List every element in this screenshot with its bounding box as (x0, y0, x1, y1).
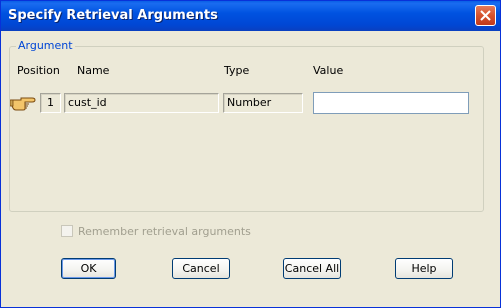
argument-position: 1 (40, 93, 61, 113)
ok-button[interactable]: OK (61, 258, 116, 279)
dialog-title: Specify Retrieval Arguments (8, 8, 218, 23)
close-icon (480, 10, 491, 21)
name-header: Name (77, 64, 110, 77)
position-header: Position (17, 64, 60, 77)
type-header: Type (224, 64, 250, 77)
argument-group-label: Argument (16, 39, 75, 52)
argument-name: cust_id (64, 93, 219, 113)
cancel-all-button[interactable]: Cancel All (283, 258, 341, 279)
hand-pointer-icon (10, 97, 36, 111)
close-button[interactable] (475, 5, 496, 26)
value-header: Value (313, 64, 344, 77)
title-bar[interactable]: Specify Retrieval Arguments (1, 1, 500, 31)
help-button[interactable]: Help (395, 258, 453, 279)
checkbox-box[interactable] (61, 225, 73, 237)
argument-value-input[interactable] (313, 92, 469, 114)
cancel-button[interactable]: Cancel (172, 258, 230, 279)
remember-arguments-label: Remember retrieval arguments (78, 225, 251, 238)
argument-type: Number (223, 93, 303, 113)
